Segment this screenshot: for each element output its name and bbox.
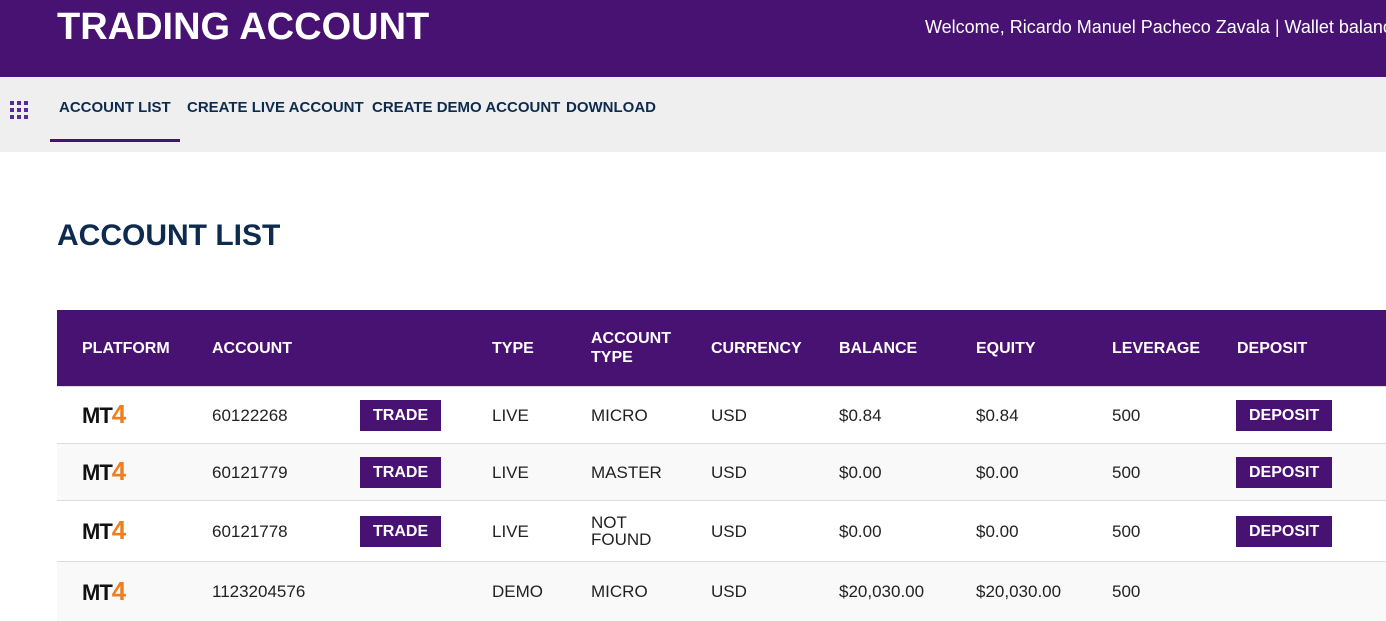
leverage-cell: 500 (1112, 521, 1141, 541)
grid-icon[interactable] (10, 101, 28, 119)
equity-cell: $20,030.00 (976, 582, 1062, 601)
account-type-line1: NOT (591, 513, 627, 532)
table-row: MT4 60121778 TRADE LIVE NOT FOUND USD $0… (57, 500, 1386, 561)
leverage-cell: 500 (1112, 462, 1141, 482)
type-cell: LIVE (492, 462, 529, 482)
table-row: MT4 60121779 TRADE LIVE MASTER USD $0.00… (57, 443, 1386, 500)
account-number: 60121778 (212, 521, 288, 541)
currency-cell: USD (711, 405, 747, 425)
header-equity: EQUITY (976, 339, 1036, 357)
tab-download[interactable]: DOWNLOAD (566, 77, 656, 142)
header-account: ACCOUNT (212, 339, 292, 357)
account-type-cell: MICRO (591, 405, 648, 425)
equity-cell: $0.00 (976, 521, 1019, 541)
leverage-cell: 500 (1112, 582, 1141, 601)
mt4-logo: MT4 (82, 456, 126, 486)
header-account-type-line2: TYPE (591, 349, 633, 366)
trade-cell: TRADE (360, 501, 442, 561)
header-leverage: LEVERAGE (1112, 339, 1201, 357)
account-type-cell: MICRO (591, 582, 648, 601)
deposit-cell: DEPOSIT (1236, 444, 1333, 500)
type-cell: LIVE (492, 521, 529, 541)
deposit-cell: DEPOSIT (1236, 501, 1333, 561)
deposit-cell: DEPOSIT (1236, 387, 1333, 443)
equity-cell: $0.00 (976, 462, 1019, 482)
trade-button[interactable]: TRADE (360, 399, 442, 431)
deposit-button[interactable]: DEPOSIT (1236, 515, 1333, 547)
currency-cell: USD (711, 462, 747, 482)
page-title: ACCOUNT LIST (57, 219, 281, 252)
trade-cell: TRADE (360, 387, 442, 443)
account-number: 1123204576 (212, 582, 306, 601)
app-title: TRADING ACCOUNT (57, 6, 430, 48)
leverage-cell: 500 (1112, 405, 1141, 425)
account-table: PLATFORM ACCOUNT TYPE ACCOUNT TYPE CURRE… (57, 310, 1386, 621)
account-type-cell: MASTER (591, 462, 662, 482)
balance-cell: $0.00 (839, 462, 882, 482)
tab-account-list[interactable]: ACCOUNT LIST (50, 77, 180, 142)
type-cell: LIVE (492, 405, 529, 425)
type-cell: DEMO (492, 582, 543, 601)
header-balance: BALANCE (839, 339, 918, 357)
account-type-line2: FOUND (591, 530, 652, 549)
currency-cell: USD (711, 582, 747, 601)
header-deposit: DEPOSIT (1237, 339, 1308, 357)
header-platform: PLATFORM (82, 339, 170, 357)
deposit-button[interactable]: DEPOSIT (1236, 399, 1333, 431)
balance-cell: $20,030.00 (839, 582, 925, 601)
tab-create-live-account[interactable]: CREATE LIVE ACCOUNT (187, 77, 364, 142)
mt4-logo: MT4 (82, 515, 126, 545)
header-type: TYPE (492, 339, 534, 357)
top-header: TRADING ACCOUNT Welcome, Ricardo Manuel … (0, 0, 1386, 77)
header-account-type: ACCOUNT TYPE (591, 310, 671, 386)
header-currency: CURRENCY (711, 339, 802, 357)
account-number: 60122268 (212, 405, 288, 425)
welcome-text: Welcome, Ricardo Manuel Pacheco Zavala |… (925, 17, 1386, 37)
table-row: MT4 1123204576 DEMO MICRO USD $20,030.00… (57, 561, 1386, 621)
balance-cell: $0.00 (839, 521, 882, 541)
account-type-cell: NOT FOUND (591, 501, 651, 561)
header-account-type-line1: ACCOUNT (591, 330, 671, 347)
trade-button[interactable]: TRADE (360, 456, 442, 488)
table-header: PLATFORM ACCOUNT TYPE ACCOUNT TYPE CURRE… (57, 310, 1386, 386)
tab-create-demo-account[interactable]: CREATE DEMO ACCOUNT (372, 77, 560, 142)
equity-cell: $0.84 (976, 405, 1019, 425)
trade-cell: TRADE (360, 444, 442, 500)
trade-button[interactable]: TRADE (360, 515, 442, 547)
mt4-logo: MT4 (82, 399, 126, 429)
nav-bar: ACCOUNT LIST CREATE LIVE ACCOUNT CREATE … (0, 77, 1386, 152)
currency-cell: USD (711, 521, 747, 541)
mt4-logo: MT4 (82, 575, 126, 606)
balance-cell: $0.84 (839, 405, 882, 425)
account-number: 60121779 (212, 462, 288, 482)
deposit-button[interactable]: DEPOSIT (1236, 456, 1333, 488)
table-row: MT4 60122268 TRADE LIVE MICRO USD $0.84 … (57, 386, 1386, 443)
